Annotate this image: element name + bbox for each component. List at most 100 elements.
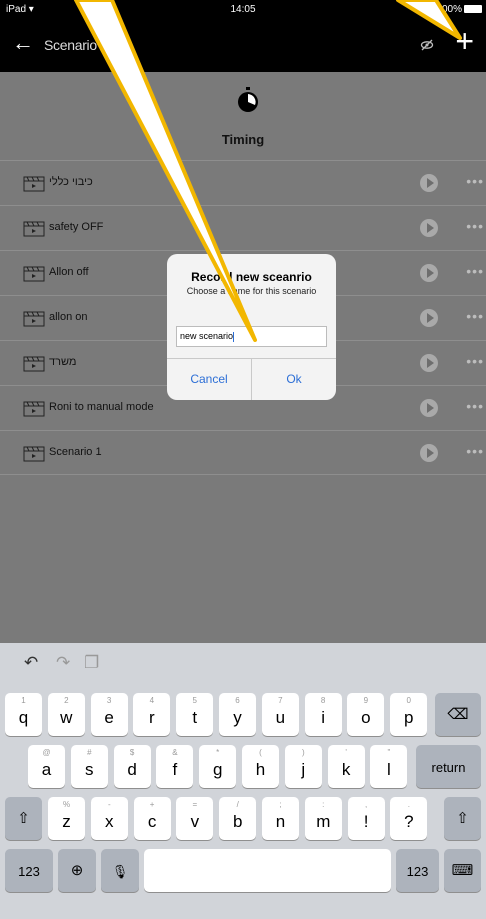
key-u[interactable]: 7u xyxy=(261,693,299,736)
keyboard-toolbar: ↶ ↷ ❐ xyxy=(0,643,486,683)
key-j[interactable]: ) j xyxy=(284,745,322,788)
backspace-key[interactable]: ⌫ xyxy=(435,693,481,736)
key-x[interactable]: -x xyxy=(90,797,128,840)
key-secondary-label: ; xyxy=(279,800,282,809)
timing-label: Timing xyxy=(221,132,265,147)
hide-keyboard-key[interactable]: ⌨ xyxy=(444,849,481,892)
key-v[interactable]: = v xyxy=(176,797,214,840)
play-button[interactable] xyxy=(420,354,438,372)
play-button[interactable] xyxy=(420,444,438,462)
dialog-title: Record new sceanrio xyxy=(191,270,312,284)
key-t[interactable]: 5t xyxy=(176,693,214,736)
key-question[interactable]: .? xyxy=(390,797,428,840)
globe-key[interactable]: ⊕ xyxy=(58,849,96,892)
undo-icon[interactable]: ↶ xyxy=(24,653,38,673)
list-item[interactable]: כיבוי כללי ••• xyxy=(0,160,486,205)
key-label: h xyxy=(255,760,266,779)
key-secondary-label: 6 xyxy=(235,696,240,705)
status-time: 14:05 xyxy=(230,4,256,15)
key-y[interactable]: 6y xyxy=(219,693,256,736)
list-item[interactable]: safety OFF ••• xyxy=(0,205,486,250)
battery-icon xyxy=(464,5,482,13)
text-cursor xyxy=(233,331,235,342)
shift-right-key[interactable]: ⇧ xyxy=(444,797,481,840)
key-secondary-label: 9 xyxy=(363,696,369,705)
key-secondary-label: 3 xyxy=(106,696,112,705)
numbers-key-right[interactable]: 123 xyxy=(396,849,439,892)
key-q[interactable]: 1q xyxy=(5,693,42,736)
key-a[interactable]: @ a xyxy=(28,745,65,788)
key-label: u xyxy=(275,708,286,727)
redo-icon[interactable]: ↷ xyxy=(56,653,70,673)
numbers-key[interactable]: 123 xyxy=(5,849,53,892)
key-w[interactable]: 2w xyxy=(47,693,85,736)
play-button[interactable] xyxy=(420,219,438,237)
key-z[interactable]: % z xyxy=(48,797,85,840)
cancel-button[interactable]: Cancel xyxy=(167,359,251,400)
back-arrow-icon[interactable]: ← xyxy=(12,32,34,54)
shift-left-key[interactable]: ⇧ xyxy=(5,797,42,840)
key-label: t xyxy=(192,708,198,727)
key-f[interactable]: & f xyxy=(156,745,194,788)
key-secondary-label: = xyxy=(192,800,198,809)
key-r[interactable]: 4r xyxy=(133,693,171,736)
more-options-icon[interactable]: ••• xyxy=(466,353,484,369)
key-c[interactable]: + c xyxy=(133,797,171,840)
key-label: p xyxy=(403,708,414,727)
key-secondary-label: # xyxy=(87,748,92,757)
key-d[interactable]: $ d xyxy=(113,745,151,788)
play-button[interactable] xyxy=(420,174,438,192)
key-exclamation[interactable]: ,! xyxy=(347,797,385,840)
return-key[interactable]: return xyxy=(416,745,481,788)
key-secondary-label: * xyxy=(216,748,220,757)
key-secondary-label: : xyxy=(322,800,325,809)
add-scenario-button[interactable]: + xyxy=(455,25,474,57)
key-secondary-label: % xyxy=(62,800,71,809)
key-l[interactable]: " l xyxy=(370,745,408,788)
scenario-name: משרד xyxy=(49,356,77,368)
hidden-eye-icon[interactable] xyxy=(420,38,434,52)
more-options-icon[interactable]: ••• xyxy=(466,263,484,279)
key-m[interactable]: :m xyxy=(304,797,342,840)
more-options-icon[interactable]: ••• xyxy=(466,218,484,234)
key-label: k xyxy=(341,760,351,779)
key-label: w xyxy=(60,708,73,727)
key-label: f xyxy=(172,760,178,779)
key-e[interactable]: 3e xyxy=(90,693,128,736)
stopwatch-icon[interactable] xyxy=(236,86,260,114)
key-s[interactable]: # s xyxy=(70,745,108,788)
key-i[interactable]: 8i xyxy=(304,693,342,736)
clapperboard-icon xyxy=(23,446,45,462)
play-button[interactable] xyxy=(420,309,438,327)
ok-button[interactable]: Ok xyxy=(252,359,336,400)
more-options-icon[interactable]: ••• xyxy=(466,443,484,459)
key-label: q xyxy=(18,708,29,727)
key-label: ⇧ xyxy=(456,810,469,827)
space-key[interactable] xyxy=(144,849,391,892)
key-b[interactable]: / b xyxy=(219,797,257,840)
key-label: b xyxy=(232,812,243,831)
key-secondary-label: $ xyxy=(129,748,135,757)
more-options-icon[interactable]: ••• xyxy=(466,398,484,414)
key-label: return xyxy=(431,760,466,775)
key-g[interactable]: * g xyxy=(199,745,237,788)
key-label: ⌨ xyxy=(451,862,474,879)
clapperboard-icon xyxy=(23,401,45,417)
key-o[interactable]: 9o xyxy=(347,693,385,736)
play-button[interactable] xyxy=(420,264,438,282)
top-bar: iPad ▾ 14:05 ✱ 100% ← Scenario + xyxy=(0,0,486,72)
list-item[interactable]: Scenario 1 ••• xyxy=(0,430,486,475)
more-options-icon[interactable]: ••• xyxy=(466,173,484,189)
key-n[interactable]: ; n xyxy=(262,797,299,840)
key-secondary-label: 0 xyxy=(406,696,411,705)
key-h[interactable]: (h xyxy=(242,745,279,788)
key-secondary-label: 2 xyxy=(64,696,69,705)
key-label: s xyxy=(85,760,94,779)
paste-icon[interactable]: ❐ xyxy=(84,653,99,673)
play-button[interactable] xyxy=(420,399,438,417)
key-k[interactable]: ' k xyxy=(327,745,365,788)
more-options-icon[interactable]: ••• xyxy=(466,308,484,324)
microphone-key[interactable]: 🎙 xyxy=(101,849,139,892)
key-p[interactable]: 0p xyxy=(390,693,428,736)
scenario-name-input[interactable]: new scenario xyxy=(176,326,327,347)
